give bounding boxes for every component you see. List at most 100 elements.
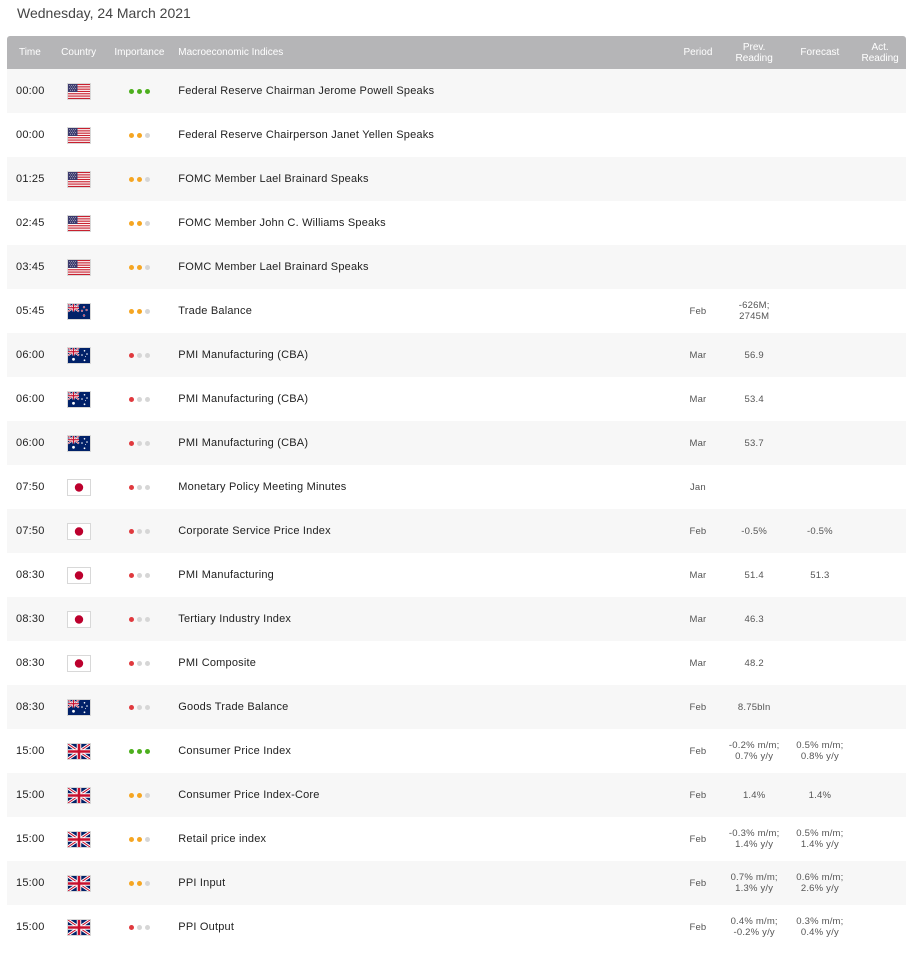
col-country[interactable]: Country: [53, 36, 105, 69]
table-row[interactable]: 03:45 FOMC Member Lael Brainard Speaks: [7, 245, 906, 289]
col-prev-reading[interactable]: Prev. Reading: [723, 36, 786, 69]
importance-dot: [128, 484, 134, 490]
event-name[interactable]: FOMC Member John C. Williams Speaks: [174, 217, 673, 229]
event-name[interactable]: Trade Balance: [174, 305, 673, 317]
importance-cell: [105, 660, 175, 666]
event-name[interactable]: Goods Trade Balance: [174, 701, 673, 713]
table-row[interactable]: 06:00 PMI Manufacturing (CBA) Mar 56.9: [7, 333, 906, 377]
table-row[interactable]: 06:00 PMI Manufacturing (CBA) Mar 53.4: [7, 377, 906, 421]
importance-dot: [136, 792, 142, 798]
col-actual-reading[interactable]: Act. Reading: [854, 36, 906, 69]
importance-dot: [128, 924, 134, 930]
importance-dot: [144, 660, 150, 666]
importance-cell: [105, 704, 175, 710]
event-period: Feb: [689, 525, 707, 537]
table-row[interactable]: 08:30 PMI Manufacturing Mar 51.4 51.3: [7, 553, 906, 597]
table-row[interactable]: 07:50 Corporate Service Price Index Feb …: [7, 509, 906, 553]
au-flag-icon: [67, 435, 90, 451]
importance-dots: [128, 836, 150, 842]
importance-dot: [128, 616, 134, 622]
col-time[interactable]: Time: [7, 36, 53, 69]
table-row[interactable]: 15:00 Retail price index Feb -0.3% m/m; …: [7, 817, 906, 861]
importance-dots: [128, 616, 150, 622]
table-row[interactable]: 00:00 Federal Reserve Chairman Jerome Po…: [7, 69, 906, 113]
importance-cell: [105, 264, 175, 270]
event-name[interactable]: PPI Output: [174, 921, 673, 933]
table-row[interactable]: 07:50 Monetary Policy Meeting Minutes Ja…: [7, 465, 906, 509]
col-period[interactable]: Period: [673, 36, 723, 69]
col-importance[interactable]: Importance: [105, 36, 175, 69]
country-cell: [53, 699, 105, 715]
importance-dot: [136, 176, 142, 182]
event-name[interactable]: Consumer Price Index-Core: [174, 789, 673, 801]
importance-dot: [144, 132, 150, 138]
prev-reading: -0.5%: [741, 525, 768, 537]
country-cell: [53, 567, 105, 583]
table-row[interactable]: 02:45 FOMC Member John C. Williams Speak…: [7, 201, 906, 245]
importance-cell: [105, 616, 175, 622]
importance-dot: [128, 572, 134, 578]
event-name[interactable]: Federal Reserve Chairperson Janet Yellen…: [174, 129, 673, 141]
importance-dot: [144, 484, 150, 490]
table-row[interactable]: 01:25 FOMC Member Lael Brainard Speaks: [7, 157, 906, 201]
event-period: Feb: [689, 833, 707, 845]
table-row[interactable]: 05:45 Trade Balance Feb -626M; 2745M: [7, 289, 906, 333]
table-row[interactable]: 00:00 Federal Reserve Chairperson Janet …: [7, 113, 906, 157]
col-index[interactable]: Macroeconomic Indices: [174, 36, 673, 69]
event-name[interactable]: Corporate Service Price Index: [174, 525, 673, 537]
event-time: 06:00: [16, 349, 45, 361]
event-time: 08:30: [16, 569, 45, 581]
importance-dot: [144, 176, 150, 182]
event-name[interactable]: FOMC Member Lael Brainard Speaks: [174, 261, 673, 273]
importance-dots: [128, 132, 150, 138]
economic-calendar-table: Time Country Importance Macroeconomic In…: [7, 36, 906, 949]
table-row[interactable]: 15:00 PPI Input Feb 0.7% m/m; 1.3% y/y 0…: [7, 861, 906, 905]
event-name[interactable]: Consumer Price Index: [174, 745, 673, 757]
importance-dot: [128, 704, 134, 710]
importance-dot: [144, 264, 150, 270]
event-name[interactable]: Monetary Policy Meeting Minutes: [174, 481, 673, 493]
event-name[interactable]: PMI Manufacturing (CBA): [174, 349, 673, 361]
table-row[interactable]: 06:00 PMI Manufacturing (CBA) Mar 53.7: [7, 421, 906, 465]
event-name[interactable]: PMI Manufacturing (CBA): [174, 437, 673, 449]
event-name[interactable]: Tertiary Industry Index: [174, 613, 673, 625]
event-name[interactable]: PMI Manufacturing: [174, 569, 673, 581]
country-cell: [53, 127, 105, 143]
importance-dots: [128, 792, 150, 798]
importance-cell: [105, 440, 175, 446]
table-row[interactable]: 08:30 Goods Trade Balance Feb 8.75bln: [7, 685, 906, 729]
table-row[interactable]: 15:00 PPI Output Feb 0.4% m/m; -0.2% y/y…: [7, 905, 906, 949]
uk-flag-icon: [67, 875, 90, 891]
importance-dot: [144, 792, 150, 798]
importance-dot: [136, 616, 142, 622]
importance-dots: [128, 748, 150, 754]
country-cell: [53, 215, 105, 231]
importance-dots: [128, 572, 150, 578]
uk-flag-icon: [67, 743, 90, 759]
country-cell: [53, 435, 105, 451]
event-name[interactable]: FOMC Member Lael Brainard Speaks: [174, 173, 673, 185]
importance-dot: [136, 308, 142, 314]
event-name[interactable]: PPI Input: [174, 877, 673, 889]
table-row[interactable]: 15:00 Consumer Price Index Feb -0.2% m/m…: [7, 729, 906, 773]
uk-flag-icon: [67, 787, 90, 803]
event-time: 08:30: [16, 657, 45, 669]
importance-dots: [128, 924, 150, 930]
nz-flag-icon: [67, 303, 90, 319]
uk-flag-icon: [67, 919, 90, 935]
page-title: Wednesday, 24 March 2021: [17, 5, 191, 21]
event-name[interactable]: PMI Composite: [174, 657, 673, 669]
importance-dot: [144, 88, 150, 94]
table-row[interactable]: 15:00 Consumer Price Index-Core Feb 1.4%…: [7, 773, 906, 817]
event-name[interactable]: PMI Manufacturing (CBA): [174, 393, 673, 405]
event-name[interactable]: Federal Reserve Chairman Jerome Powell S…: [174, 85, 673, 97]
event-time: 00:00: [16, 85, 45, 97]
event-name[interactable]: Retail price index: [174, 833, 673, 845]
importance-dot: [128, 88, 134, 94]
importance-cell: [105, 880, 175, 886]
table-row[interactable]: 08:30 Tertiary Industry Index Mar 46.3: [7, 597, 906, 641]
col-forecast[interactable]: Forecast: [786, 36, 855, 69]
jp-flag-icon: [67, 479, 90, 495]
table-row[interactable]: 08:30 PMI Composite Mar 48.2: [7, 641, 906, 685]
importance-dot: [128, 308, 134, 314]
